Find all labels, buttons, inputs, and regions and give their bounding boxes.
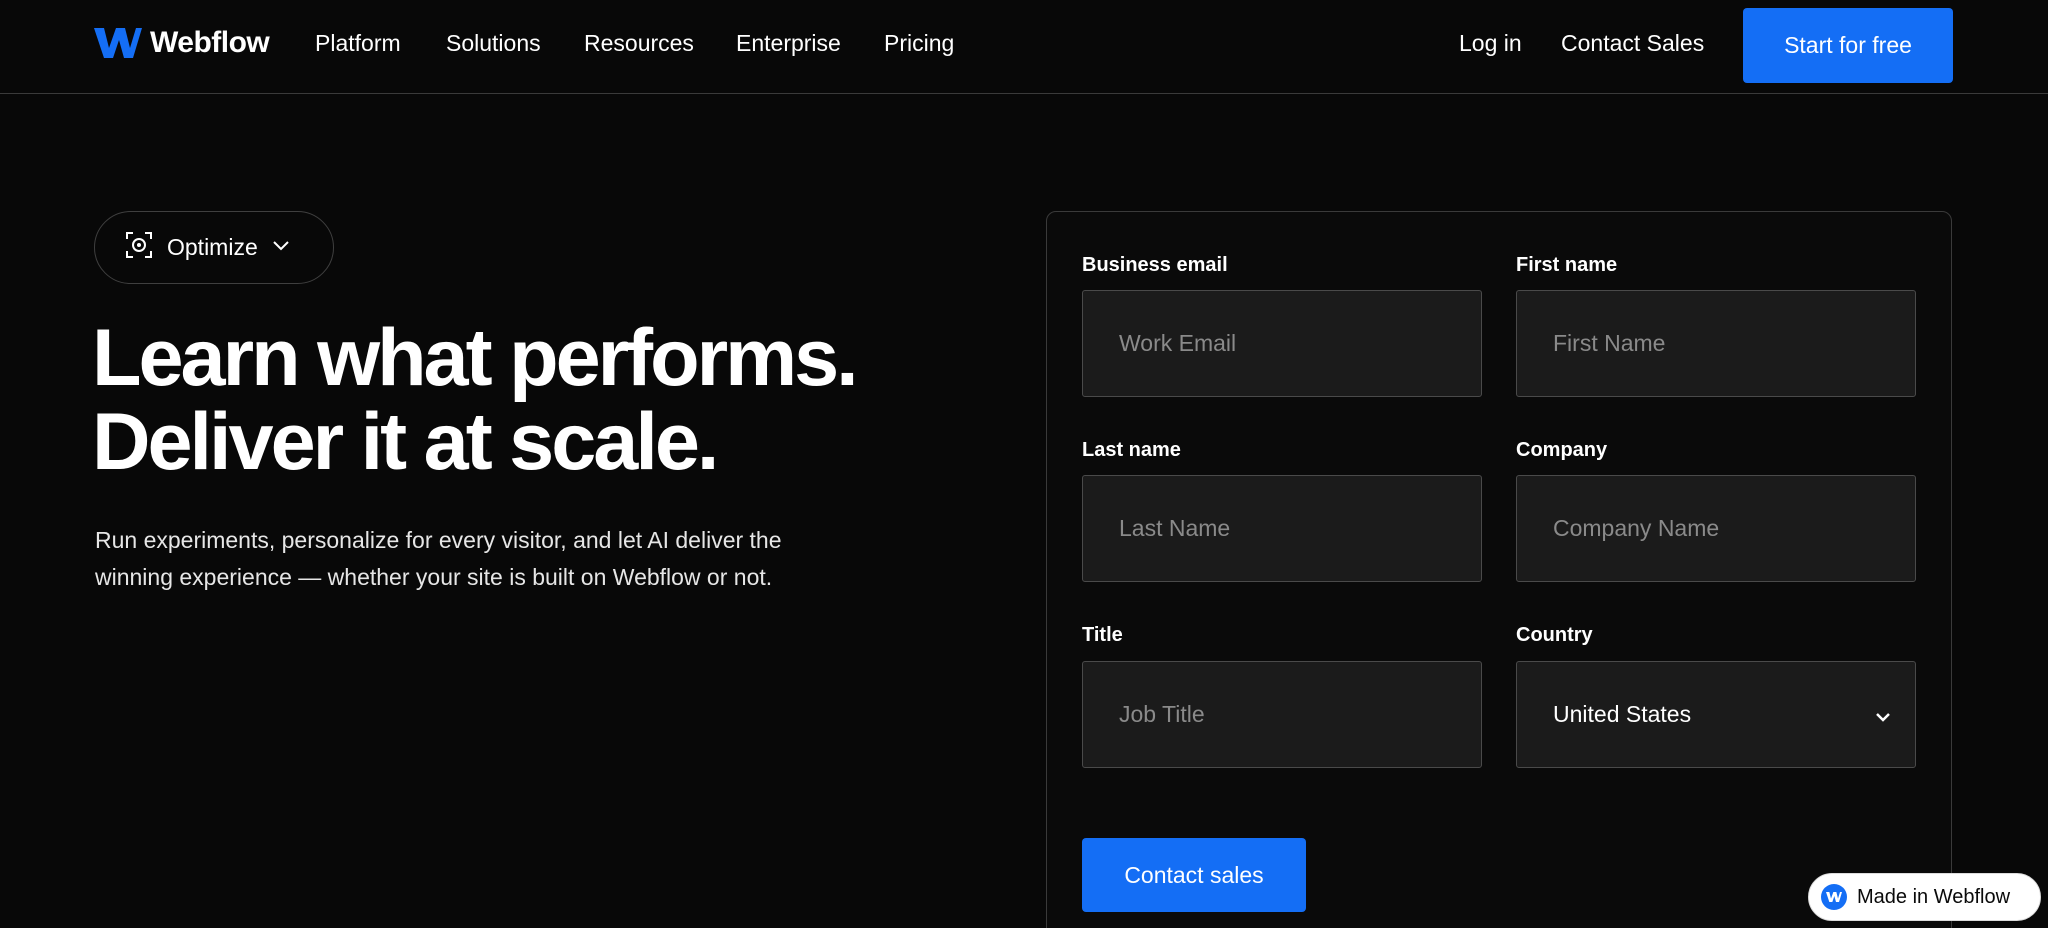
- country-label: Country: [1516, 624, 1593, 646]
- made-in-webflow-badge[interactable]: Made in Webflow: [1808, 873, 2041, 921]
- email-field[interactable]: Work Email: [1082, 290, 1482, 397]
- headline-line-1: Learn what performs.: [92, 313, 859, 403]
- nav-link-solutions[interactable]: Solutions: [446, 30, 541, 57]
- login-link[interactable]: Log in: [1459, 30, 1522, 57]
- last-name-label: Last name: [1082, 439, 1181, 461]
- start-free-button[interactable]: Start for free: [1743, 8, 1953, 83]
- company-label: Company: [1516, 439, 1608, 461]
- hero-subtext: Run experiments, personalize for every v…: [95, 522, 895, 596]
- subtext-line-2: winning experience — whether your site i…: [95, 564, 773, 590]
- nav-link-resources[interactable]: Resources: [584, 30, 694, 57]
- title-label: Title: [1082, 624, 1123, 646]
- top-nav: Webflow Platform Solutions Resources Ent…: [0, 0, 2048, 94]
- product-dropdown[interactable]: Optimize: [94, 211, 334, 284]
- headline-line-2: Deliver it at scale.: [92, 397, 719, 487]
- chevron-down-icon: [1875, 701, 1891, 728]
- email-label: Business email: [1082, 254, 1228, 276]
- country-select-value: United States: [1553, 701, 1692, 727]
- first-name-field[interactable]: First Name: [1516, 290, 1916, 397]
- contact-sales-link[interactable]: Contact Sales: [1561, 30, 1704, 57]
- last-name-field[interactable]: Last Name: [1082, 475, 1482, 582]
- job-title-field[interactable]: Job Title: [1082, 661, 1482, 768]
- company-field[interactable]: Company Name: [1516, 475, 1916, 582]
- nav-link-enterprise[interactable]: Enterprise: [736, 30, 841, 57]
- logo-wordmark: Webflow: [150, 26, 270, 59]
- nav-link-pricing[interactable]: Pricing: [884, 30, 954, 57]
- webflow-logo-icon: [1821, 884, 1847, 910]
- webflow-logo[interactable]: Webflow: [94, 26, 270, 59]
- product-dropdown-label: Optimize: [167, 234, 258, 260]
- badge-label: Made in Webflow: [1857, 885, 2011, 908]
- nav-link-platform[interactable]: Platform: [315, 30, 401, 57]
- country-select[interactable]: United States: [1516, 661, 1916, 768]
- webflow-logo-icon: [94, 28, 142, 58]
- scan-eye-icon: [125, 231, 153, 264]
- chevron-down-icon: [272, 239, 290, 257]
- hero-headline: Learn what performs. Deliver it at scale…: [92, 316, 992, 484]
- subtext-line-1: Run experiments, personalize for every v…: [95, 527, 782, 553]
- first-name-label: First name: [1516, 254, 1618, 276]
- contact-sales-button[interactable]: Contact sales: [1082, 838, 1306, 912]
